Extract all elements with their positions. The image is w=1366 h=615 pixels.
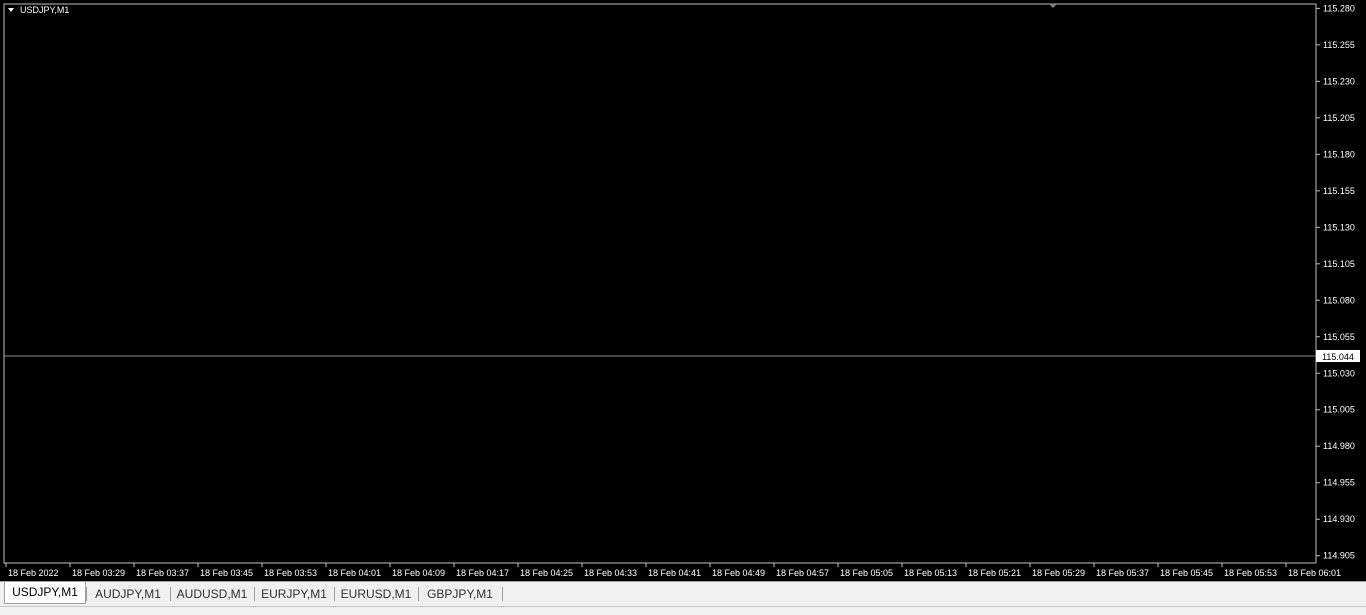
time-tick-label: 18 Feb 05:29: [1032, 568, 1085, 578]
price-tick-label: 114.905: [1323, 551, 1355, 561]
time-tick-label: 18 Feb 05:45: [1160, 568, 1213, 578]
time-tick-label: 18 Feb 04:49: [712, 568, 765, 578]
price-tick-label: 114.980: [1323, 441, 1355, 451]
chart-tab-eurjpy-m1[interactable]: EURJPY,M1: [254, 584, 334, 604]
tab-separator: [502, 587, 503, 601]
price-tick-label: 115.105: [1323, 259, 1355, 269]
price-tick-label: 115.055: [1323, 332, 1355, 342]
price-tick-label: 115.205: [1323, 113, 1355, 123]
time-tick-label: 18 Feb 05:13: [904, 568, 957, 578]
chart-tab-eurusd-m1[interactable]: EURUSD,M1: [334, 584, 418, 604]
time-tick-label: 18 Feb 05:37: [1096, 568, 1149, 578]
price-tick-label: 115.080: [1323, 295, 1355, 305]
time-tick-label: 18 Feb 05:53: [1224, 568, 1277, 578]
chart-background: [0, 0, 1366, 580]
chart-tabs-bar: USDJPY,M1 AUDJPY,M1 AUDUSD,M1 EURJPY,M1 EURU…: [0, 581, 1366, 606]
time-tick-label: 18 Feb 06:01: [1288, 568, 1341, 578]
time-tick-label: 18 Feb 04:57: [776, 568, 829, 578]
chart-tab-audusd-m1[interactable]: AUDUSD,M1: [170, 584, 254, 604]
price-tick-label: 114.930: [1323, 514, 1355, 524]
chart-tab-gbpjpy-m1[interactable]: GBPJPY,M1: [418, 584, 502, 604]
price-tick-label: 115.005: [1323, 405, 1355, 415]
price-tick-label: 115.255: [1323, 40, 1355, 50]
time-tick-label: 18 Feb 05:21: [968, 568, 1021, 578]
symbol-label: USDJPY,M1: [20, 5, 69, 15]
price-tick-label: 115.130: [1323, 222, 1355, 232]
time-tick-label: 18 Feb 04:41: [648, 568, 701, 578]
time-tick-label: 18 Feb 04:33: [584, 568, 637, 578]
current-price-label: 115.044: [1322, 352, 1354, 362]
time-tick-label: 18 Feb 2022: [8, 568, 59, 578]
price-tick-label: 114.955: [1323, 478, 1355, 488]
time-tick-label: 18 Feb 04:09: [392, 568, 445, 578]
time-tick-label: 18 Feb 03:29: [72, 568, 125, 578]
price-chart[interactable]: 115.280 115.255 115.230 115.205 115.180 115.1…: [0, 0, 1366, 580]
price-tick-label: 115.180: [1323, 149, 1355, 159]
time-tick-label: 18 Feb 04:01: [328, 568, 381, 578]
price-tick-label: 115.030: [1323, 368, 1355, 378]
time-tick-label: 18 Feb 05:05: [840, 568, 893, 578]
time-tick-label: 18 Feb 03:45: [200, 568, 253, 578]
price-tick-label: 115.155: [1323, 186, 1355, 196]
time-tick-label: 18 Feb 04:25: [520, 568, 573, 578]
time-tick-label: 18 Feb 03:37: [136, 568, 189, 578]
price-tick-label: 115.280: [1323, 3, 1355, 13]
price-tick-label: 115.230: [1323, 76, 1355, 86]
time-tick-label: 18 Feb 03:53: [264, 568, 317, 578]
chart-tab-audjpy-m1[interactable]: AUDJPY,M1: [86, 584, 170, 604]
chart-tab-usdjpy-m1[interactable]: USDJPY,M1: [4, 582, 86, 604]
time-tick-label: 18 Feb 04:17: [456, 568, 509, 578]
